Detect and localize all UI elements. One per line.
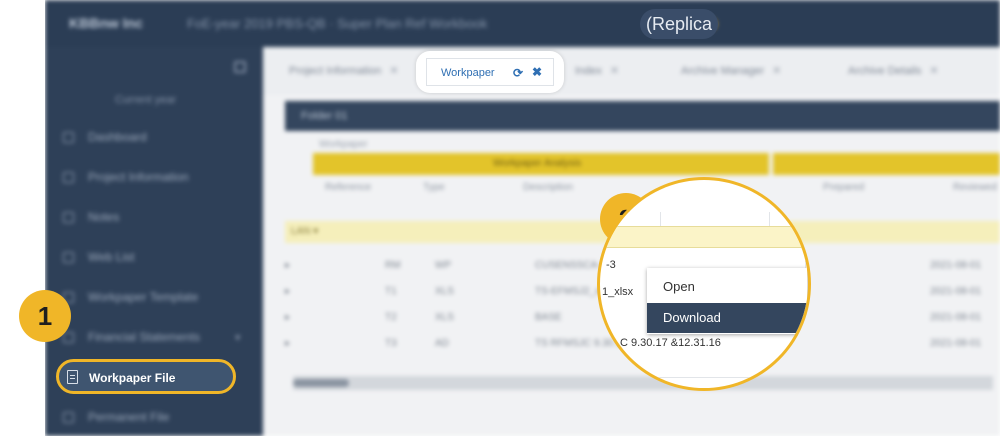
brand-name: KBBnw Inc: [69, 15, 143, 31]
close-icon[interactable]: ✕: [772, 65, 781, 77]
scrollbar-thumb[interactable]: [293, 379, 349, 387]
cell-ref: T1: [385, 286, 397, 297]
divider: [769, 153, 773, 175]
group-label: LAN ▾: [291, 226, 319, 237]
panel-title-bar: Folder 01: [285, 101, 1000, 131]
column-header[interactable]: Prepared: [823, 182, 864, 193]
tab-archive-details[interactable]: Archive Details ✕: [848, 64, 939, 77]
sidebar-item-permanent-file[interactable]: Permanent File: [63, 407, 169, 427]
tab-archive-manager[interactable]: Archive Manager ✕: [681, 64, 781, 77]
tab-callout: Workpaper ⟳ ✖: [416, 51, 564, 93]
sidebar-item-label: Dashboard: [88, 130, 147, 144]
cell-type: AD: [435, 338, 449, 349]
tab-label: Index: [575, 65, 602, 77]
cell-ref: RM: [385, 260, 401, 271]
cell-date: 2021-08-01: [930, 260, 982, 271]
cell-desc: BASE: [535, 312, 562, 323]
row-icon: ▸: [285, 286, 291, 297]
horizontal-scrollbar[interactable]: [293, 376, 993, 390]
sidebar-item-notes[interactable]: Notes: [63, 207, 119, 227]
notes-icon: [63, 211, 74, 223]
refresh-icon[interactable]: ⟳: [513, 66, 523, 80]
cell-date: 2021-08-01: [930, 338, 982, 349]
document-icon: [67, 370, 78, 384]
sidebar-item-label: Financial Statements: [88, 330, 201, 344]
sidebar-item-label: Workpaper File: [89, 371, 176, 385]
info-icon: [63, 171, 74, 183]
context-menu: Open Download: [647, 268, 807, 334]
tab-label: Workpaper: [441, 67, 495, 79]
sidebar-item-financial-statements[interactable]: Financial Statements ▾: [63, 327, 241, 347]
replica-badge: (Replica: [640, 9, 719, 39]
chevron-down-icon: ▾: [235, 331, 241, 344]
cell-type: XLS: [435, 286, 454, 297]
cell-ref: T3: [385, 338, 397, 349]
top-bar: KBBnw Inc FoE-year 2019 PBS-QB · Super P…: [45, 0, 1000, 47]
statement-icon: [63, 331, 74, 343]
sidebar-item-label: Web List: [88, 250, 135, 264]
row-icon: ▸: [285, 312, 291, 323]
sidebar-item-workpaper-template[interactable]: Workpaper Template: [63, 287, 198, 307]
project-title: FoE-year 2019 PBS-QB · Super Plan Ref Wo…: [187, 16, 488, 31]
column-header[interactable]: Reviewed: [953, 182, 997, 193]
section-label: Workpaper: [319, 139, 368, 150]
zoomed-cell-text: -3: [606, 259, 616, 271]
menu-item-open[interactable]: Open: [647, 272, 807, 302]
cell-ref: T2: [385, 312, 397, 323]
dashboard-icon: [63, 131, 74, 143]
tab-label: Archive Details: [848, 65, 922, 77]
close-icon[interactable]: ✕: [929, 65, 938, 77]
sidebar-item-web-list[interactable]: Web List: [63, 247, 134, 267]
folder-icon: [63, 411, 74, 423]
sidebar-heading: Current year: [115, 94, 177, 106]
column-header[interactable]: Description: [523, 182, 573, 193]
tab-label: Archive Manager: [681, 65, 765, 77]
panel-title: Folder 01: [301, 110, 348, 122]
sidebar-item-label: Notes: [88, 210, 120, 224]
sidebar-item-workpaper-file[interactable]: Workpaper File: [56, 359, 236, 394]
column-header[interactable]: Type: [423, 182, 445, 193]
cell-type: WP: [435, 260, 452, 271]
close-icon[interactable]: ✕: [610, 65, 619, 77]
tab-index[interactable]: Index ✕: [575, 64, 619, 77]
zoomed-cell-text: C 9.30.17 &12.31.16: [620, 337, 721, 349]
divider: [600, 377, 808, 378]
section-header: Workpaper Analysis: [313, 153, 1000, 175]
cell-date: 2021-08-01: [930, 312, 982, 323]
sidebar-item-label: Workpaper Template: [88, 290, 199, 304]
cell-desc: CUSENSSCA-3: [535, 260, 607, 271]
close-icon[interactable]: ✕: [389, 65, 398, 77]
zoomed-cell-text: 1_xlsx: [602, 286, 634, 298]
sidebar-item-label: Project Information: [88, 170, 189, 184]
sidebar-item-dashboard[interactable]: Dashboard: [63, 127, 147, 147]
collapse-sidebar-icon[interactable]: [234, 61, 246, 73]
column-header[interactable]: Reference: [325, 182, 371, 193]
tab-workpaper[interactable]: Workpaper ⟳ ✖: [426, 58, 554, 86]
magnifier: -3 1_xlsx C 9.30.17 &12.31.16 Open Downl…: [597, 177, 811, 391]
row-icon: ▸: [285, 338, 291, 349]
step-marker-1: 1: [19, 290, 71, 342]
tab-label: Project Information: [289, 65, 382, 77]
zoomed-group-row: [600, 226, 808, 248]
sidebar-item-project-information[interactable]: Project Information: [63, 167, 189, 187]
cell-type: XLS: [435, 312, 454, 323]
sidebar-item-label: Permanent File: [88, 410, 170, 424]
cell-date: 2021-08-01: [930, 286, 982, 297]
section-header-label: Workpaper Analysis: [493, 158, 582, 169]
tab-project-information[interactable]: Project Information ✕: [289, 64, 399, 77]
list-icon: [63, 251, 74, 263]
tab-bar: Project Information ✕ Index ✕ Archive Mana…: [263, 47, 1000, 95]
menu-item-download[interactable]: Download: [647, 303, 807, 333]
row-icon: ▸: [285, 260, 291, 271]
close-icon[interactable]: ✖: [532, 65, 542, 79]
